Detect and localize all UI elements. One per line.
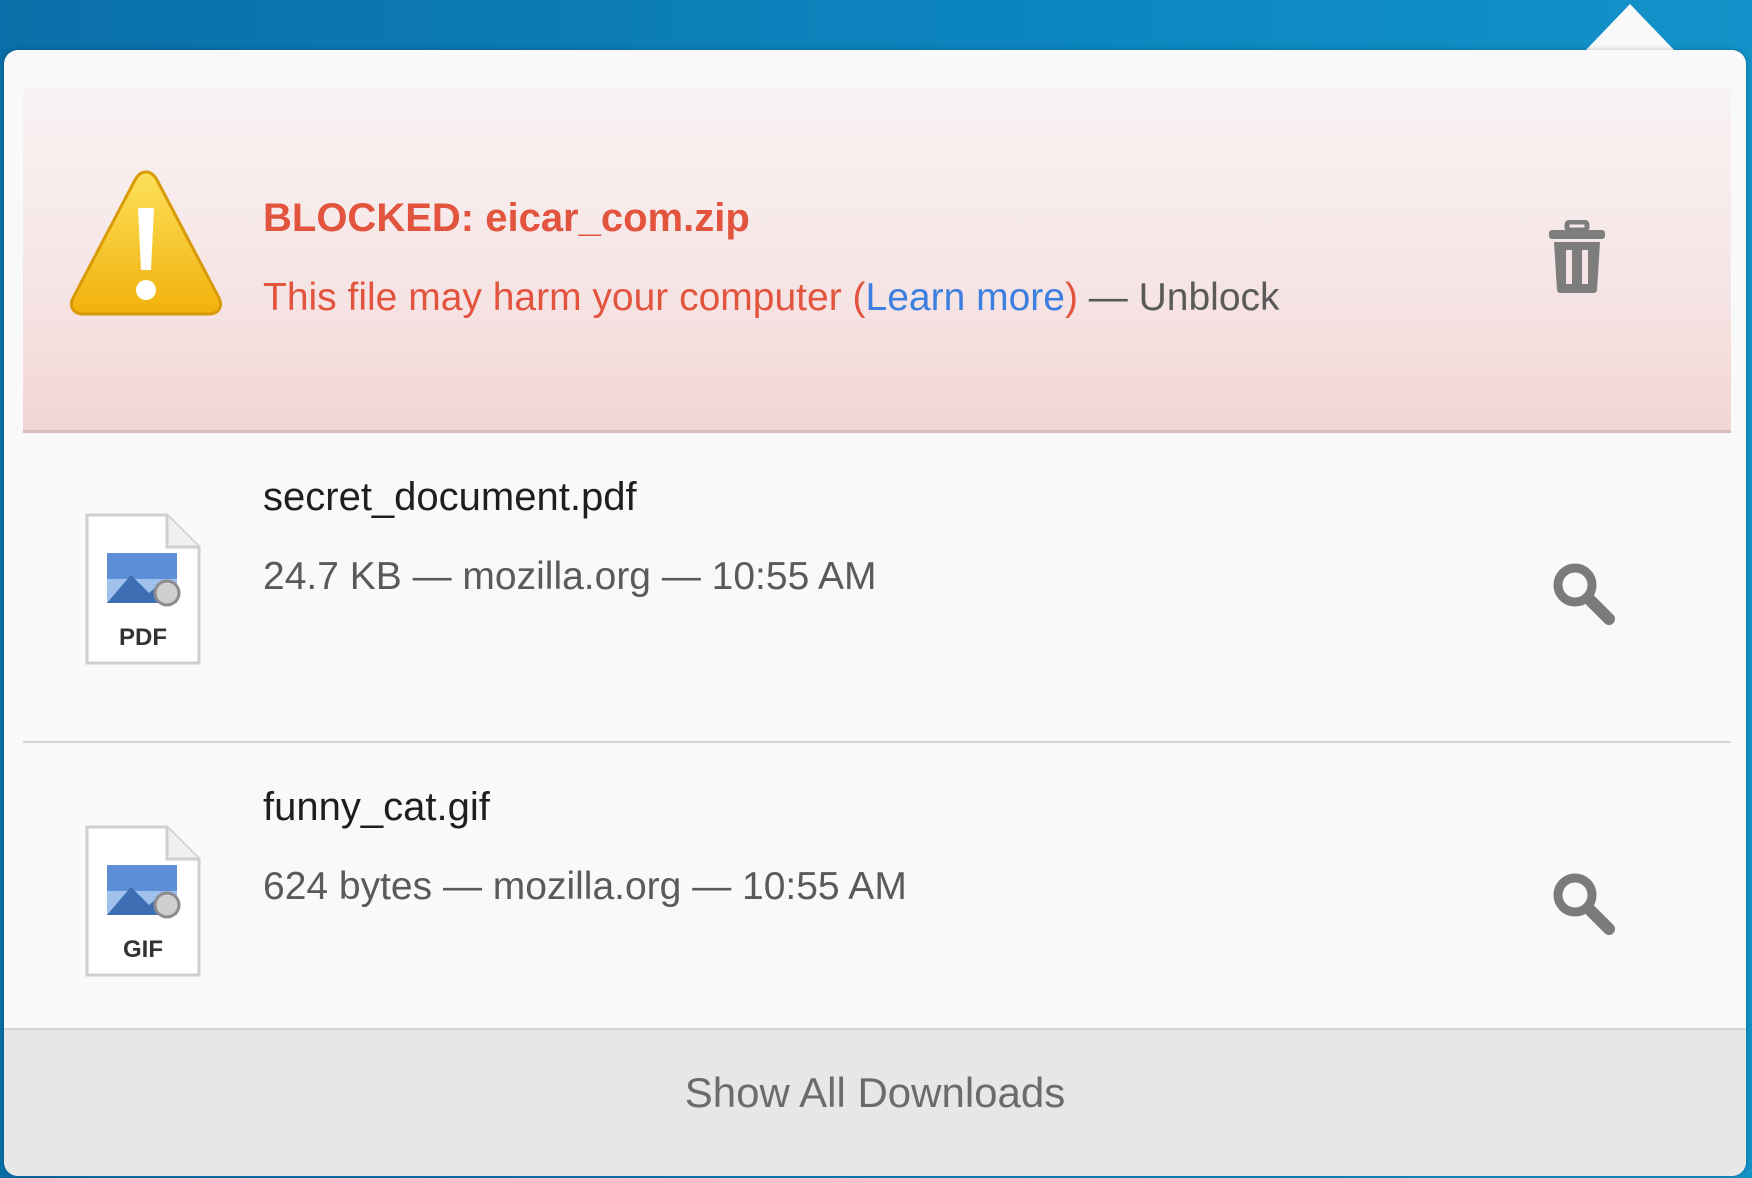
download-item-blocked[interactable]: BLOCKED: eicar_com.zip This file may har…: [23, 88, 1731, 433]
download-item[interactable]: PDF secret_document.pdf 24.7 KB — mozill…: [23, 433, 1731, 743]
download-title: BLOCKED: eicar_com.zip: [263, 196, 750, 240]
download-details: 24.7 KB — mozilla.org — 10:55 AM: [263, 555, 877, 598]
warning-triangle-icon: [69, 170, 223, 316]
show-all-downloads-button[interactable]: Show All Downloads: [4, 1030, 1746, 1156]
pdf-file-icon: PDF: [85, 513, 201, 665]
learn-more-link[interactable]: Learn more: [866, 276, 1065, 319]
download-title: funny_cat.gif: [263, 785, 490, 829]
blocked-warning-text: This file may harm your computer (: [263, 276, 866, 319]
gif-file-icon: GIF: [85, 825, 201, 977]
panel-arrow: [1584, 4, 1676, 52]
trash-icon[interactable]: [1547, 220, 1607, 294]
file-type-label: GIF: [123, 936, 163, 963]
magnifier-icon[interactable]: [1551, 561, 1615, 625]
blocked-description: This file may harm your computer (Learn …: [263, 276, 1280, 320]
magnifier-icon[interactable]: [1551, 871, 1615, 935]
download-title: secret_document.pdf: [263, 475, 637, 519]
download-item[interactable]: GIF funny_cat.gif 624 bytes — mozilla.or…: [23, 743, 1731, 1077]
panel-footer: Show All Downloads: [4, 1028, 1746, 1176]
separator: —: [1077, 276, 1139, 319]
file-type-label: PDF: [119, 624, 167, 651]
downloads-panel: BLOCKED: eicar_com.zip This file may har…: [4, 50, 1746, 1176]
download-details: 624 bytes — mozilla.org — 10:55 AM: [263, 865, 907, 908]
blocked-warning-close: ): [1064, 276, 1078, 319]
unblock-link[interactable]: Unblock: [1139, 276, 1280, 319]
